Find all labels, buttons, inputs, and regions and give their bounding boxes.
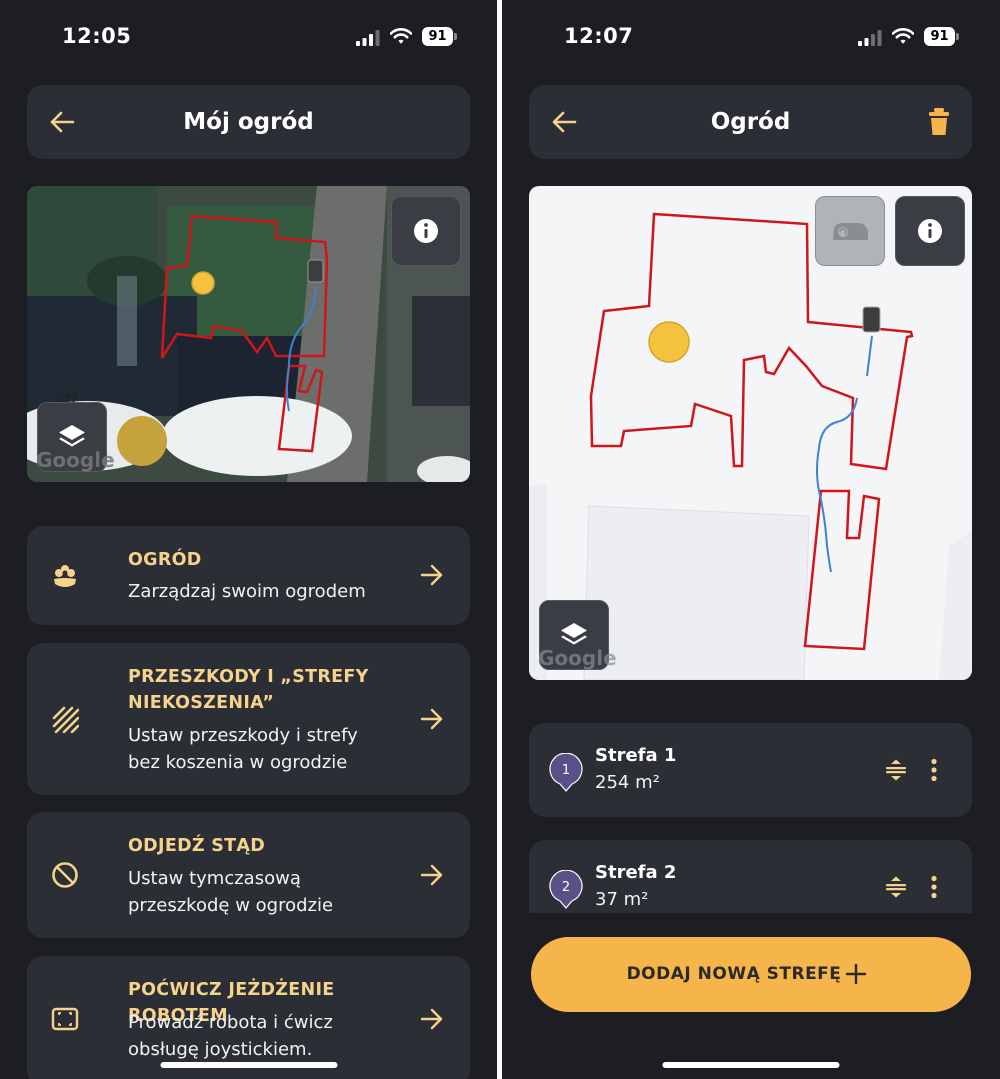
header-bar: Mój ogród [27, 85, 470, 159]
arrow-right-icon [420, 1008, 443, 1030]
google-logo: Google [538, 646, 617, 670]
zone-item[interactable]: 2 Strefa 2 37 m² [529, 840, 972, 913]
menu-item-title: PRZESZKODY I „STREFY NIEKOSZENIA” [128, 667, 369, 713]
menu-item-obstacles[interactable]: PRZESZKODY I „STREFY NIEKOSZENIA” Ustaw … [27, 643, 470, 795]
wifi-icon [892, 28, 914, 44]
info-icon [414, 219, 438, 243]
menu-item-description: Zarządzaj swoim ogrodem [128, 581, 366, 602]
arrow-right-icon [420, 564, 443, 586]
menu-item-title: OGRÓD [128, 550, 202, 570]
zone-pin-icon: 1 [549, 753, 583, 792]
menu-item-practice-driving[interactable]: POĆWICZ JEŻDŻENIE ROBOTEM Prowadź robota… [27, 956, 470, 1079]
flower-icon [54, 565, 76, 587]
left-screen: 12:05 91 Mój ogród 177 Google OGRÓD Zarz… [0, 0, 497, 1079]
add-zone-button[interactable]: DODAJ NOWĄ STREFĘ [531, 937, 971, 1012]
reorder-icon[interactable] [884, 875, 908, 899]
status-bar: 12:05 91 [0, 22, 497, 52]
satellite-map[interactable]: 177 Google [27, 186, 470, 482]
arrow-right-icon [420, 864, 443, 886]
info-icon [918, 219, 942, 243]
hatch-icon [52, 706, 79, 733]
status-time: 12:07 [564, 24, 634, 48]
reorder-icon[interactable] [884, 758, 908, 782]
svg-text:1: 1 [562, 763, 570, 778]
add-zone-label: DODAJ NOWĄ STREFĘ [626, 964, 842, 984]
robot-mower-icon [833, 223, 868, 240]
menu-item-drive-away[interactable]: ODJEDŹ STĄD Ustaw tymczasową przeszkodę … [27, 812, 470, 938]
plus-icon [845, 963, 867, 985]
battery-icon: 91 [422, 26, 458, 48]
menu-item-description: Ustaw tymczasową przeszkodę w ogrodzie [128, 868, 334, 916]
battery-level: 91 [924, 27, 955, 46]
home-indicator[interactable] [160, 1062, 337, 1068]
status-bar: 12:07 91 [502, 22, 1000, 52]
svg-text:2: 2 [562, 880, 570, 895]
map-mower-button[interactable] [815, 196, 885, 266]
menu-item-description: Ustaw przeszkody i strefy bez koszenia w… [128, 725, 358, 773]
menu-item-description: Prowadź robota i ćwicz obsługę joysticki… [128, 1012, 333, 1060]
no-entry-icon [52, 862, 78, 888]
zone-area: 37 m² [595, 889, 649, 910]
joystick-area-icon [51, 1007, 79, 1031]
cellular-signal-icon [858, 30, 882, 46]
more-options-icon[interactable] [927, 758, 941, 782]
menu-item-garden[interactable]: OGRÓD Zarządzaj swoim ogrodem [27, 526, 470, 625]
zones-list: 1 Strefa 1 254 m² 2 Strefa 2 37 m² [502, 700, 1000, 913]
trash-icon[interactable] [928, 108, 950, 136]
google-logo: Google [36, 448, 115, 472]
arrow-right-icon [420, 708, 443, 730]
page-title: Ogród [710, 109, 791, 135]
zone-area: 254 m² [595, 772, 660, 793]
status-time: 12:05 [62, 24, 132, 48]
home-indicator[interactable] [662, 1062, 840, 1068]
menu-item-title: ODJEDŹ STĄD [128, 836, 266, 856]
battery-icon: 91 [924, 26, 960, 48]
right-screen: 12:07 91 Ogród Google 1 Strefa 1 254 m² … [502, 0, 1000, 1079]
zone-pin-icon: 2 [549, 870, 583, 909]
cellular-signal-icon [356, 30, 380, 46]
zone-name: Strefa 1 [595, 745, 677, 766]
map-info-button[interactable] [391, 196, 461, 266]
page-title: Mój ogród [183, 109, 314, 135]
zone-item[interactable]: 1 Strefa 1 254 m² [529, 723, 972, 817]
header-bar: Ogród [529, 85, 972, 159]
wifi-icon [390, 28, 412, 44]
zone-map[interactable]: Google [529, 186, 972, 680]
battery-level: 91 [422, 27, 453, 46]
more-options-icon[interactable] [927, 875, 941, 899]
zone-name: Strefa 2 [595, 862, 677, 883]
map-info-button[interactable] [895, 196, 965, 266]
